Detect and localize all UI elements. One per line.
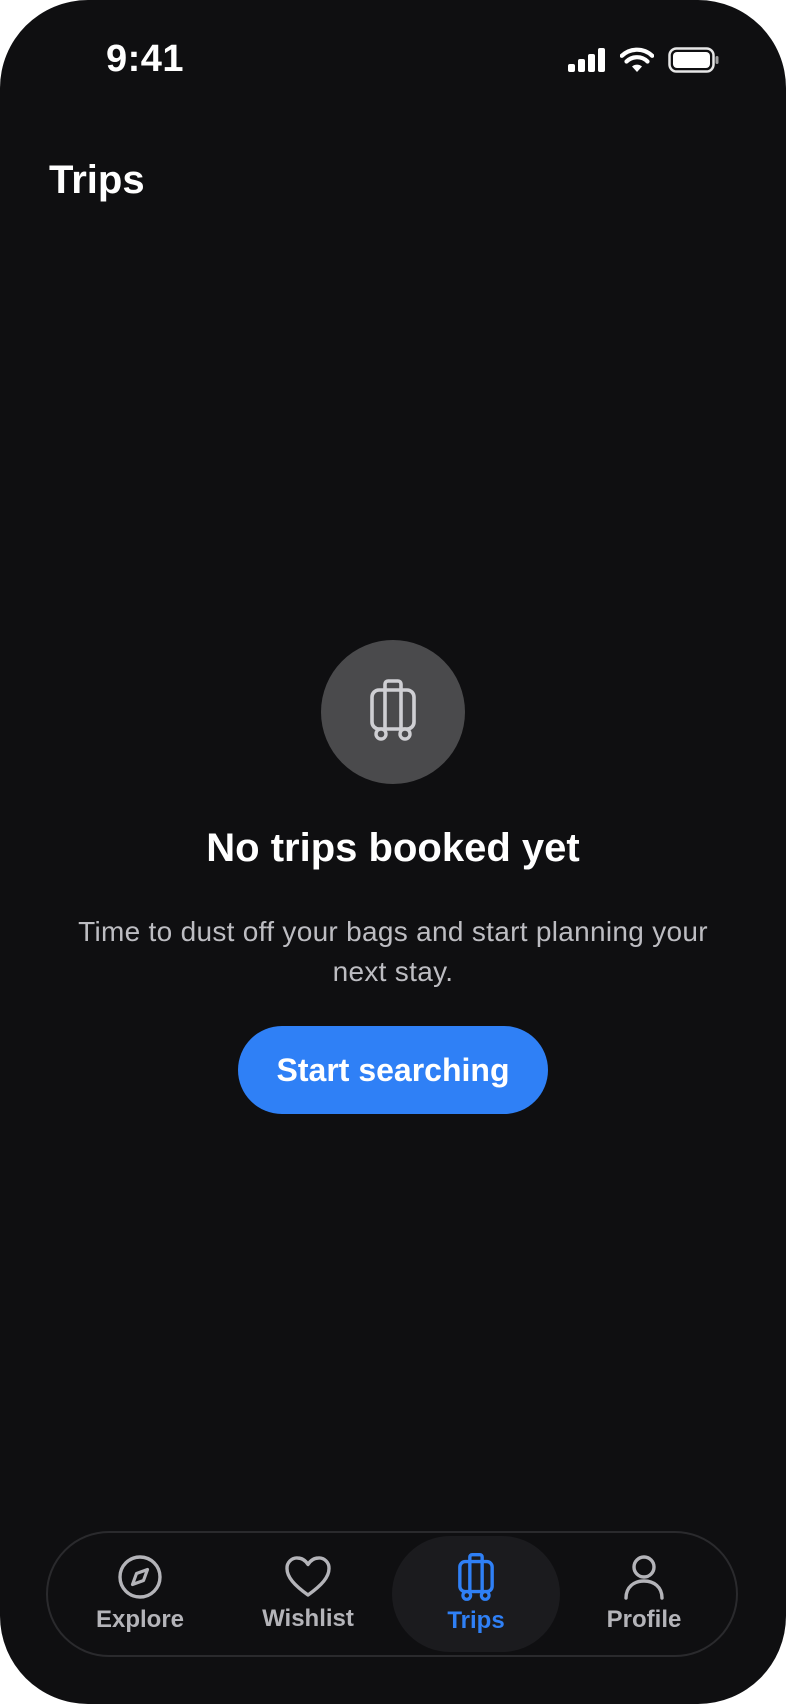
empty-state-title: No trips booked yet xyxy=(206,826,580,870)
cellular-signal-icon xyxy=(568,48,606,72)
tab-trips[interactable]: Trips xyxy=(392,1536,560,1652)
person-icon xyxy=(622,1554,666,1600)
page-title: Trips xyxy=(49,158,145,202)
tab-label: Trips xyxy=(447,1607,505,1634)
empty-state: No trips booked yet Time to dust off you… xyxy=(0,640,786,1114)
empty-state-icon-circle xyxy=(321,640,465,784)
status-time: 9:41 xyxy=(106,38,185,80)
luggage-icon xyxy=(456,1553,496,1601)
tab-profile[interactable]: Profile xyxy=(560,1536,728,1652)
phone-screen: 9:41 Trips No trips booked yet Time to d… xyxy=(0,0,786,1704)
status-icons xyxy=(568,44,720,76)
tab-label: Explore xyxy=(95,1606,185,1633)
luggage-icon xyxy=(367,678,419,746)
wifi-icon xyxy=(620,47,654,73)
tab-wishlist[interactable]: Wishlist xyxy=(224,1536,392,1652)
tab-label: Wishlist xyxy=(262,1605,354,1632)
compass-icon xyxy=(117,1554,163,1600)
bottom-tab-bar: Explore Wishlist Trips Profile xyxy=(46,1531,738,1657)
tab-explore[interactable]: Explore xyxy=(56,1536,224,1652)
battery-icon xyxy=(668,47,720,73)
start-searching-button[interactable]: Start searching xyxy=(238,1026,548,1114)
empty-state-subtitle: Time to dust off your bags and start pla… xyxy=(78,916,708,987)
heart-icon xyxy=(284,1555,332,1599)
tab-label: Profile xyxy=(606,1606,682,1633)
status-bar: 9:41 xyxy=(0,0,786,120)
